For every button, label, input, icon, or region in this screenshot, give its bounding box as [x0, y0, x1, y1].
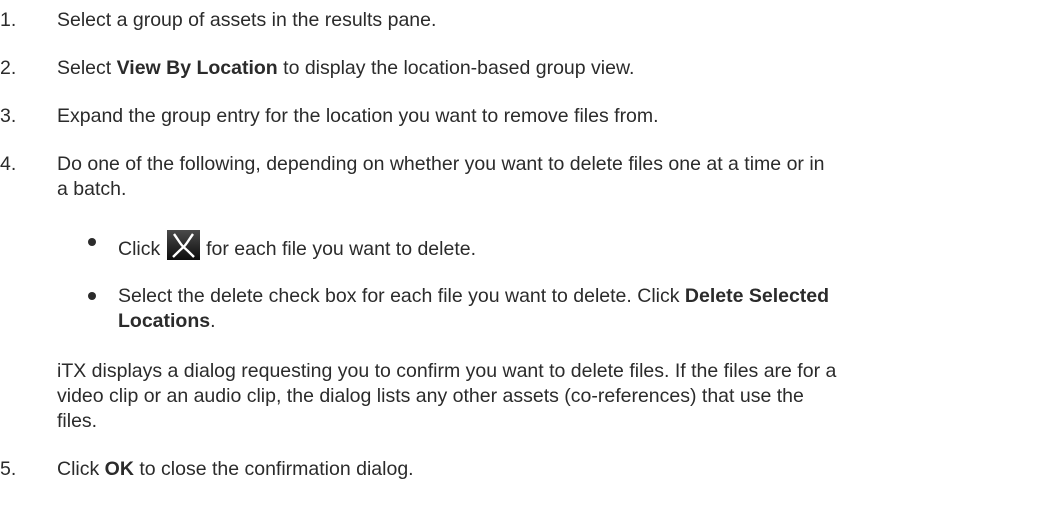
step-text: Do one of the following, depending on wh…	[57, 153, 825, 175]
bullet-dot	[88, 292, 96, 300]
ok-label: OK	[104, 458, 134, 480]
locations-label: Locations	[118, 310, 211, 332]
step-number: 1.	[0, 9, 17, 31]
bullet-text-post: .	[210, 310, 216, 332]
step-text-pre: Click	[57, 458, 105, 480]
step-text-pre: Select	[57, 57, 117, 79]
delete-x-icon	[166, 230, 200, 260]
bullet-text-pre: Select the delete check box for each fil…	[118, 285, 685, 307]
step-text-post: to close the confirmation dialog.	[133, 458, 414, 480]
step-text: a batch.	[57, 178, 127, 200]
step-text: Select a group of assets in the results …	[57, 9, 437, 31]
bullet-text: Select the delete check box for each fil…	[118, 284, 829, 308]
step-number: 3.	[0, 105, 17, 127]
bullet-text: Click for each file you want to delete.	[118, 230, 476, 261]
step-number: 2.	[0, 57, 17, 79]
view-by-location-label: View By Location	[116, 57, 278, 79]
note-text: files.	[57, 410, 98, 432]
bullet-dot	[88, 238, 96, 246]
step-number: 5.	[0, 458, 17, 480]
step-number: 4.	[0, 153, 17, 175]
delete-selected-label: Delete Selected	[684, 285, 830, 307]
note-text: iTX displays a dialog requesting you to …	[57, 360, 837, 382]
step-text: Select View By Location to display the l…	[57, 56, 634, 80]
bullet-text-post: for each file you want to delete.	[206, 238, 477, 260]
note-text: video clip or an audio clip, the dialog …	[57, 385, 804, 407]
step-text-post: to display the location-based group view…	[277, 57, 635, 79]
step-text: Expand the group entry for the location …	[57, 105, 659, 127]
bullet-text: Locations.	[118, 309, 216, 333]
bullet-text-pre: Click	[118, 238, 161, 260]
step-text: Click OK to close the confirmation dialo…	[57, 457, 414, 481]
